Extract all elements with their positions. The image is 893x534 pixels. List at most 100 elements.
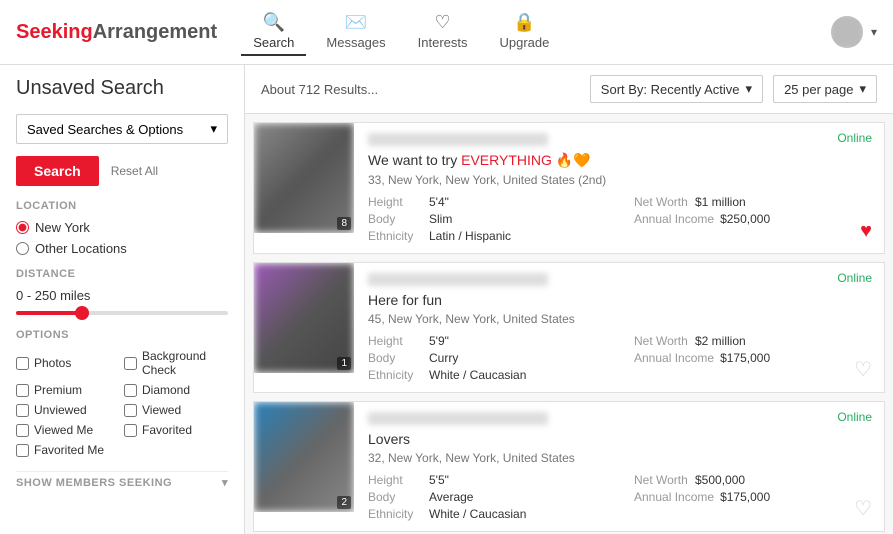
- profile-photo-3[interactable]: 2: [254, 402, 354, 512]
- per-page-label: 25 per page: [784, 82, 853, 97]
- table-row[interactable]: 1 Here for fun 45, New York, New York, U…: [253, 262, 885, 393]
- detail-income-1: Annual Income $250,000: [634, 212, 870, 226]
- body-value-2: Curry: [429, 351, 458, 365]
- location-option-other[interactable]: Other Locations: [16, 241, 228, 256]
- detail-networth-3: Net Worth $500,000: [634, 473, 870, 487]
- slider-track: [16, 311, 228, 315]
- location-radio-new-york[interactable]: [16, 221, 29, 234]
- location-label-other: Other Locations: [35, 241, 127, 256]
- profile-info-1: We want to try EVERYTHING 🔥🧡 33, New Yor…: [354, 123, 884, 253]
- sidebar: Unsaved Search Saved Searches & Options …: [0, 65, 245, 534]
- checkbox-favorited[interactable]: [124, 424, 137, 437]
- detail-income-3: Annual Income $175,000: [634, 490, 870, 504]
- option-premium[interactable]: Premium: [16, 383, 120, 397]
- nav-item-messages[interactable]: ✉️ Messages: [314, 8, 397, 56]
- nav: 🔍 Search ✉️ Messages ♡ Interests 🔒 Upgra…: [241, 8, 831, 56]
- checkbox-premium[interactable]: [16, 384, 29, 397]
- photo-count-2: 1: [337, 357, 351, 370]
- profile-info-3: Lovers 32, New York, New York, United St…: [354, 402, 884, 531]
- nav-label-search: Search: [253, 35, 294, 50]
- checkbox-viewed[interactable]: [124, 404, 137, 417]
- location-option-new-york[interactable]: New York: [16, 220, 228, 235]
- header-controls: Sort By: Recently Active ▾ 25 per page ▾: [590, 75, 877, 103]
- logo-seeking: Seeking: [16, 21, 93, 43]
- checkbox-viewed-me[interactable]: [16, 424, 29, 437]
- detail-height-3: Height 5'5": [368, 473, 604, 487]
- slider-thumb[interactable]: [75, 306, 89, 320]
- ethnicity-label-2: Ethnicity: [368, 368, 423, 382]
- status-badge-3: Online: [837, 410, 872, 424]
- options-section-label: OPTIONS: [16, 329, 228, 341]
- checkbox-diamond[interactable]: [124, 384, 137, 397]
- nav-item-search[interactable]: 🔍 Search: [241, 8, 306, 56]
- checkbox-favorited-me[interactable]: [16, 444, 29, 457]
- income-label-2: Annual Income: [634, 351, 714, 365]
- sort-dropdown-arrow-icon: ▾: [746, 81, 753, 97]
- search-button[interactable]: Search: [16, 156, 99, 186]
- profile-details-1: Height 5'4" Net Worth $1 million Body Sl…: [368, 195, 870, 243]
- option-viewed[interactable]: Viewed: [124, 403, 228, 417]
- option-favorited[interactable]: Favorited: [124, 423, 228, 437]
- show-members-seeking[interactable]: SHOW MEMBERS SEEKING ▾: [16, 471, 228, 493]
- nav-item-interests[interactable]: ♡ Interests: [406, 8, 480, 56]
- table-row[interactable]: 2 Lovers 32, New York, New York, United …: [253, 401, 885, 532]
- heart-button-1[interactable]: ♥: [860, 220, 872, 243]
- option-background-check[interactable]: Background Check: [124, 349, 228, 377]
- option-label-unviewed: Unviewed: [34, 403, 87, 417]
- option-label-background-check: Background Check: [142, 349, 228, 377]
- upgrade-nav-icon: 🔒: [513, 12, 535, 33]
- detail-body-3: Body Average: [368, 490, 604, 504]
- location-radio-other[interactable]: [16, 242, 29, 255]
- option-label-viewed-me: Viewed Me: [34, 423, 93, 437]
- options-grid: Photos Background Check Premium Diamond …: [16, 349, 228, 457]
- heart-button-3[interactable]: ♡: [854, 496, 872, 521]
- logo-arrangement: Arrangement: [93, 21, 217, 43]
- option-viewed-me[interactable]: Viewed Me: [16, 423, 120, 437]
- ethnicity-value-2: White / Caucasian: [429, 368, 526, 382]
- option-favorited-me[interactable]: Favorited Me: [16, 443, 120, 457]
- photo-count-3: 2: [337, 496, 351, 509]
- ethnicity-value-1: Latin / Hispanic: [429, 229, 511, 243]
- nav-label-messages: Messages: [326, 35, 385, 50]
- networth-value-1: $1 million: [695, 195, 746, 209]
- location-label-new-york: New York: [35, 220, 90, 235]
- content-area: About 712 Results... Sort By: Recently A…: [245, 65, 893, 534]
- saved-searches-dropdown[interactable]: Saved Searches & Options ▾: [16, 114, 228, 144]
- option-label-premium: Premium: [34, 383, 82, 397]
- table-row[interactable]: 8 We want to try EVERYTHING 🔥🧡 33, New Y…: [253, 122, 885, 254]
- reset-link[interactable]: Reset All: [111, 164, 158, 178]
- option-unviewed[interactable]: Unviewed: [16, 403, 120, 417]
- profile-dropdown-arrow[interactable]: ▾: [871, 25, 877, 39]
- profile-name-blurred-1: [368, 133, 548, 146]
- profile-photo-2[interactable]: 1: [254, 263, 354, 373]
- sort-dropdown[interactable]: Sort By: Recently Active ▾: [590, 75, 763, 103]
- per-page-dropdown[interactable]: 25 per page ▾: [773, 75, 877, 103]
- option-photos[interactable]: Photos: [16, 349, 120, 377]
- nav-item-upgrade[interactable]: 🔒 Upgrade: [488, 8, 562, 56]
- income-value-1: $250,000: [720, 212, 770, 226]
- saved-searches-label: Saved Searches & Options: [27, 122, 183, 137]
- detail-body-2: Body Curry: [368, 351, 604, 365]
- checkbox-background-check[interactable]: [124, 357, 137, 370]
- option-diamond[interactable]: Diamond: [124, 383, 228, 397]
- heart-button-2[interactable]: ♡: [854, 357, 872, 382]
- status-badge-1: Online: [837, 131, 872, 145]
- detail-ethnicity-1: Ethnicity Latin / Hispanic: [368, 229, 604, 243]
- checkbox-unviewed[interactable]: [16, 404, 29, 417]
- nav-label-upgrade: Upgrade: [500, 35, 550, 50]
- avatar[interactable]: [831, 16, 863, 48]
- checkbox-photos[interactable]: [16, 357, 29, 370]
- header-right: ▾: [831, 16, 877, 48]
- profile-details-2: Height 5'9" Net Worth $2 million Body Cu…: [368, 334, 870, 382]
- tagline-highlight-1: EVERYTHING: [461, 152, 552, 168]
- detail-networth-2: Net Worth $2 million: [634, 334, 870, 348]
- distance-slider-container: [16, 311, 228, 315]
- profile-age-loc-3: 32, New York, New York, United States: [368, 451, 870, 465]
- search-nav-icon: 🔍: [263, 12, 285, 33]
- profile-tagline-3: Lovers: [368, 431, 870, 447]
- profile-info-2: Here for fun 45, New York, New York, Uni…: [354, 263, 884, 392]
- photo-count-1: 8: [337, 217, 351, 230]
- profile-photo-1[interactable]: 8: [254, 123, 354, 233]
- income-label-3: Annual Income: [634, 490, 714, 504]
- option-label-viewed: Viewed: [142, 403, 181, 417]
